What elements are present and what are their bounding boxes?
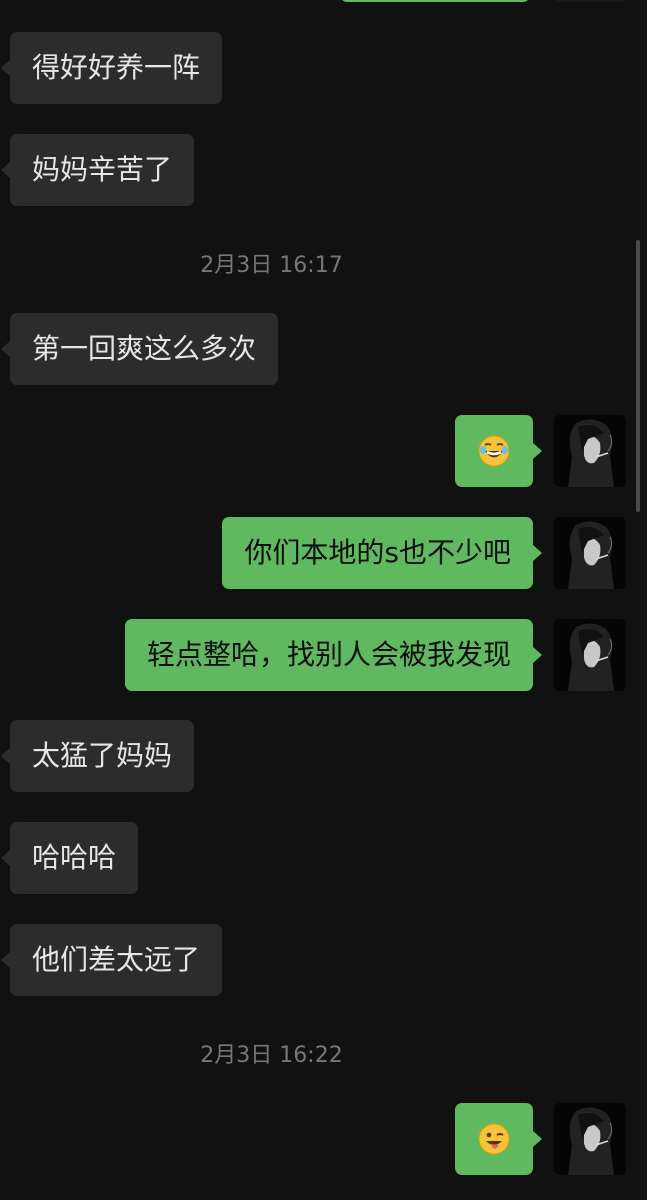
incoming-message-bubble[interactable]: 妈妈辛苦了 (0, 134, 195, 206)
chat-screen: 得好好养一阵 妈妈辛苦了 2月3日 16:17 第一回爽这么多次 你们本地的s也 (0, 0, 647, 1200)
incoming-message-bubble[interactable]: 他们差太远了 (0, 924, 223, 996)
outgoing-emoji-bubble[interactable] (455, 1103, 542, 1175)
message-text: 你们本地的s也不少吧 (244, 536, 511, 569)
incoming-message-bubble[interactable]: 第一回爽这么多次 (0, 313, 279, 385)
avatar-icon[interactable] (554, 415, 626, 487)
message-text: 轻点整哈，找别人会被我发现 (146, 638, 511, 671)
message-timestamp: 2月3日 16:22 (200, 1043, 343, 1068)
partial-message-bubble[interactable] (340, 0, 530, 2)
outgoing-emoji-bubble[interactable] (455, 415, 542, 487)
message-text: 妈妈辛苦了 (32, 153, 173, 186)
message-text: 得好好养一阵 (32, 51, 201, 84)
winking-face-with-tongue-icon (478, 1123, 510, 1155)
partial-avatar[interactable] (554, 0, 626, 2)
face-with-tears-of-joy-icon (478, 435, 510, 467)
avatar-icon[interactable] (554, 1103, 626, 1175)
message-text: 太猛了妈妈 (32, 739, 173, 772)
avatar-icon[interactable] (554, 517, 626, 589)
message-text: 他们差太远了 (32, 943, 201, 976)
outgoing-message-bubble[interactable]: 轻点整哈，找别人会被我发现 (124, 619, 543, 691)
incoming-message-bubble[interactable]: 哈哈哈 (0, 822, 139, 894)
scrollbar[interactable] (636, 240, 640, 512)
incoming-message-bubble[interactable]: 得好好养一阵 (0, 32, 223, 104)
message-timestamp: 2月3日 16:17 (200, 253, 343, 278)
outgoing-message-bubble[interactable]: 你们本地的s也不少吧 (222, 517, 542, 589)
message-text: 哈哈哈 (32, 841, 117, 874)
avatar-icon[interactable] (554, 619, 626, 691)
incoming-message-bubble[interactable]: 太猛了妈妈 (0, 720, 195, 792)
message-text: 第一回爽这么多次 (32, 332, 257, 365)
